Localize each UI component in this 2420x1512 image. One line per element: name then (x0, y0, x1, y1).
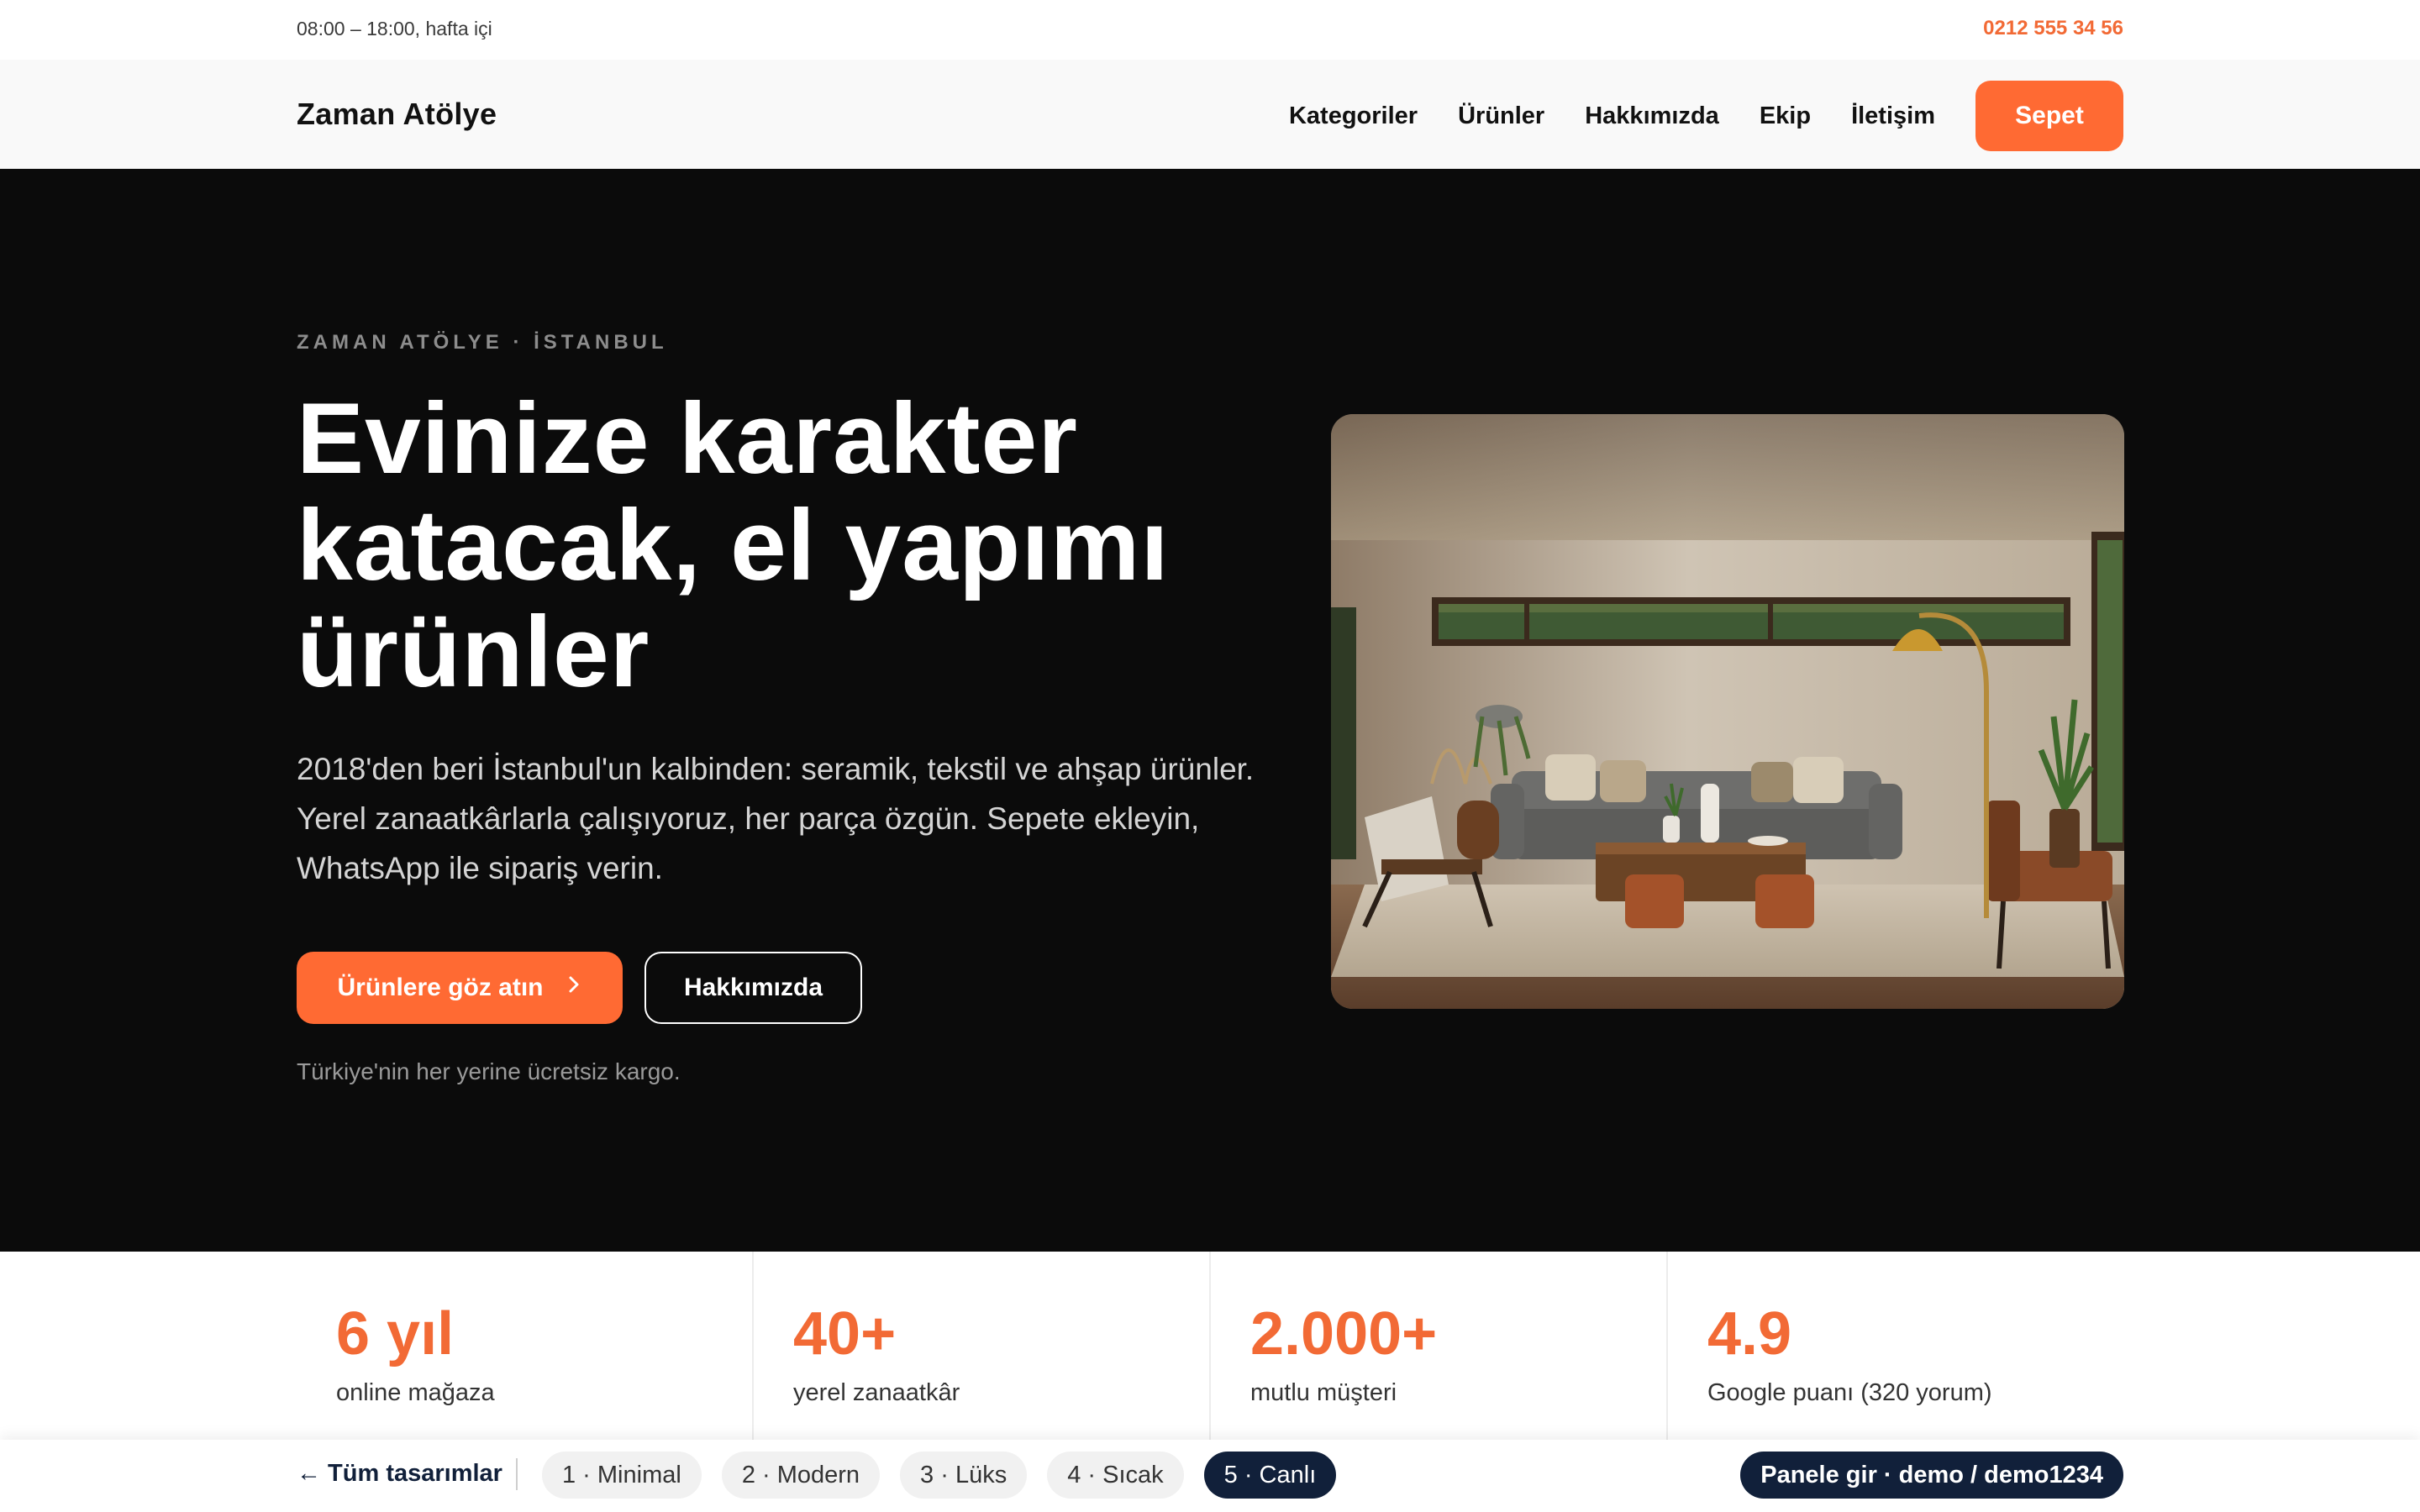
nav-link-about[interactable]: Hakkımızda (1585, 102, 1719, 130)
hero-description: 2018'den beri İstanbul'un kalbinden: ser… (297, 752, 1255, 885)
stat-label: Google puanı (320 yorum) (1707, 1379, 1992, 1406)
stat-label: mutlu müşteri (1250, 1379, 1397, 1406)
nav-link-categories[interactable]: Kategoriler (1289, 102, 1418, 130)
design-pill-modern[interactable]: 2 · Modern (721, 1452, 881, 1499)
nav-link-team[interactable]: Ekip (1760, 102, 1811, 130)
cart-button[interactable]: Sepet (1975, 81, 2123, 151)
stat-customers: 2.000+ mutlu müşteri (1211, 1252, 1668, 1440)
nav-link-products[interactable]: Ürünler (1458, 102, 1544, 130)
opening-hours: 08:00 – 18:00, hafta içi (297, 18, 492, 39)
about-button[interactable]: Hakkımızda (644, 952, 862, 1024)
stat-value: 2.000+ (1250, 1300, 1438, 1368)
design-pills: 1 · Minimal 2 · Modern 3 · Lüks 4 · Sıca… (542, 1452, 1356, 1499)
design-pill-vivid[interactable]: 5 · Canlı (1203, 1452, 1337, 1499)
hero-living-room-image (1331, 414, 2124, 1009)
stat-value: 6 yıl (336, 1300, 455, 1368)
stat-label: online mağaza (336, 1379, 495, 1406)
all-designs-link[interactable]: ← Tüm tasarımlar (297, 1460, 502, 1488)
chevron-right-icon (566, 974, 582, 1002)
divider (516, 1458, 518, 1490)
design-pill-warm[interactable]: 4 · Sıcak (1047, 1452, 1184, 1499)
free-shipping-note: Türkiye'nin her yerine ücretsiz kargo. (297, 1058, 681, 1084)
brand-logo[interactable]: Zaman Atölye (297, 97, 497, 132)
stats-row: 6 yıl online mağaza 40+ yerel zanaatkâr … (297, 1252, 2123, 1440)
hero-section: ZAMAN ATÖLYE · İSTANBUL Evinize karakter… (0, 169, 2420, 1252)
main-nav: Kategoriler Ürünler Hakkımızda Ekip İlet… (1249, 81, 2123, 151)
stat-artisans: 40+ yerel zanaatkâr (754, 1252, 1211, 1440)
stat-years: 6 yıl online mağaza (297, 1252, 754, 1440)
hero-title: Evinize karakter katacak, el yapımı ürün… (297, 382, 1170, 708)
browse-products-label: Ürünlere göz atın (337, 974, 544, 1001)
panel-login-button[interactable]: Panele gir · demo / demo1234 (1740, 1452, 2123, 1499)
browse-products-button[interactable]: Ürünlere göz atın (297, 952, 623, 1024)
phone-link[interactable]: 0212 555 34 56 (1983, 17, 2123, 40)
stat-value: 40+ (793, 1300, 897, 1368)
stat-label: yerel zanaatkâr (793, 1379, 960, 1406)
stat-value: 4.9 (1707, 1300, 1792, 1368)
top-info-bar: 08:00 – 18:00, hafta içi 0212 555 34 56 (0, 0, 2420, 60)
design-pill-luxury[interactable]: 3 · Lüks (900, 1452, 1028, 1499)
site-header: Zaman Atölye Kategoriler Ürünler Hakkımı… (0, 60, 2420, 171)
hero-eyebrow: ZAMAN ATÖLYE · İSTANBUL (297, 331, 668, 354)
design-pill-minimal[interactable]: 1 · Minimal (542, 1452, 702, 1499)
nav-link-contact[interactable]: İletişim (1851, 102, 1935, 130)
stat-rating: 4.9 Google puanı (320 yorum) (1668, 1252, 2123, 1440)
design-switcher-bar: ← Tüm tasarımlar 1 · Minimal 2 · Modern … (0, 1440, 2420, 1512)
